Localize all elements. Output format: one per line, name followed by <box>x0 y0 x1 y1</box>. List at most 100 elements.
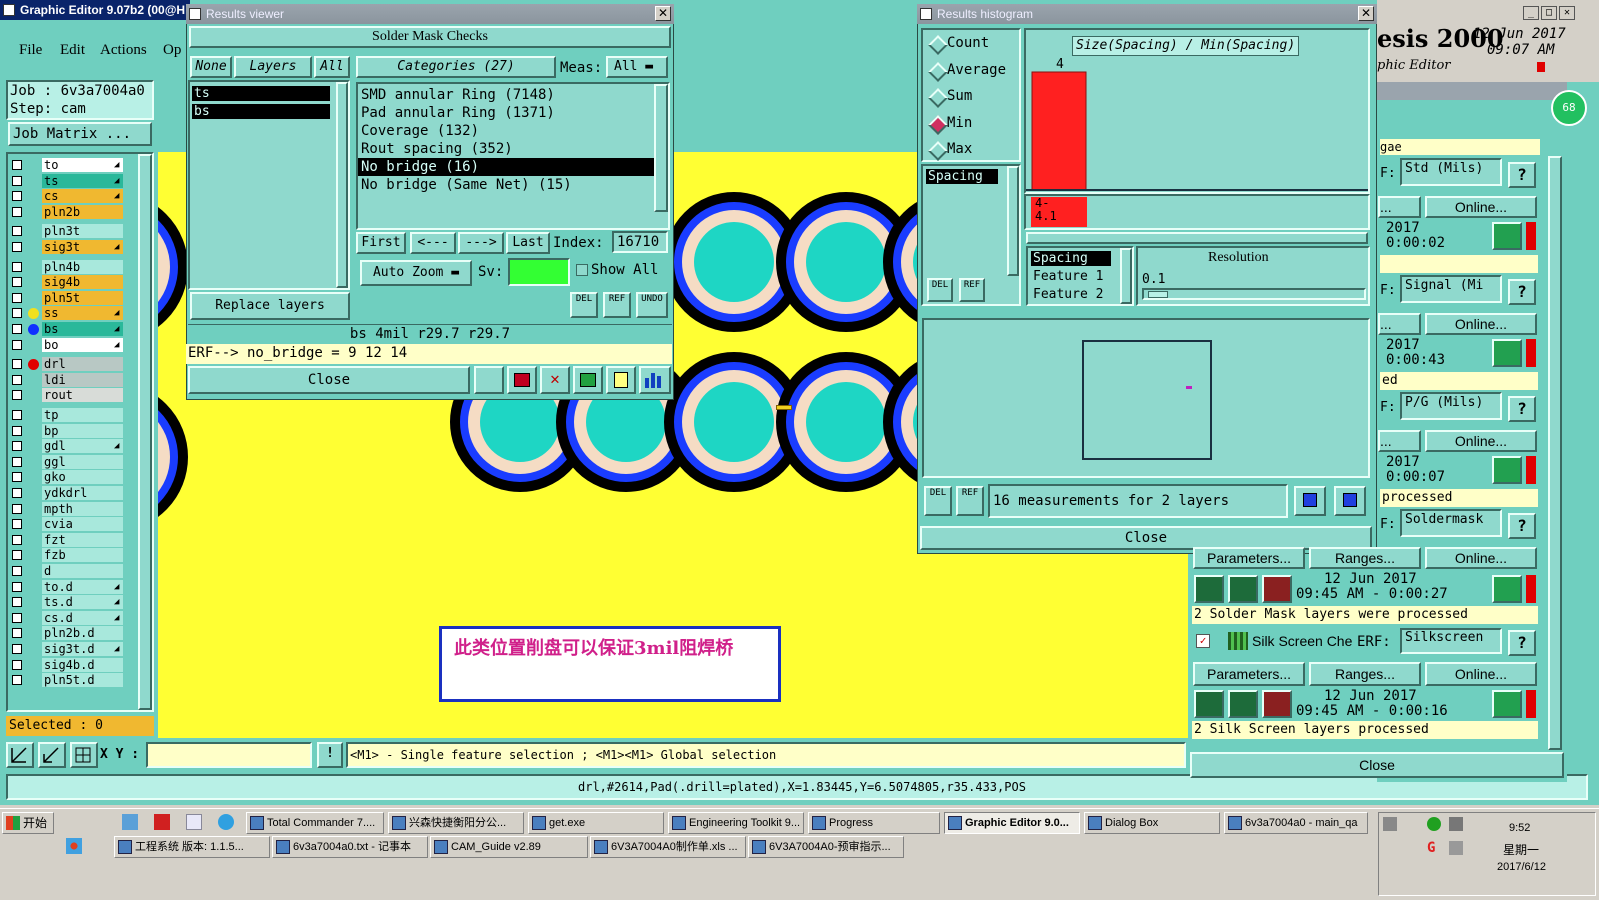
qa-help-button[interactable]: ? <box>1508 279 1536 305</box>
layer-row[interactable]: ydkdrl <box>8 486 153 500</box>
layer-checkbox[interactable] <box>12 277 22 288</box>
histogram-close-icon[interactable]: ✕ <box>1358 6 1374 21</box>
minimize-icon[interactable]: _ <box>1523 6 1539 20</box>
taskbar-button[interactable]: Graphic Editor 9.0... <box>944 812 1080 834</box>
layer-checkbox[interactable] <box>12 472 22 483</box>
layer-checkbox[interactable] <box>12 390 22 401</box>
measure-spacing[interactable]: Spacing <box>926 169 998 184</box>
layer-row[interactable]: ts ◢ <box>8 173 153 188</box>
menu-options[interactable]: Op <box>163 42 181 59</box>
layer-row[interactable]: bo ◢ <box>8 337 153 352</box>
graphic-editor-titlebar[interactable]: Graphic Editor 9.07b2 (00@H <box>0 0 190 20</box>
measure-icon[interactable] <box>38 742 66 768</box>
layer-checkbox[interactable] <box>12 308 22 319</box>
qa-view-icon[interactable] <box>1492 222 1522 250</box>
layer-checkbox[interactable] <box>12 488 22 498</box>
histogram-bar[interactable] <box>1031 71 1087 191</box>
ql-pdf-icon[interactable] <box>154 814 170 830</box>
xy-input[interactable] <box>146 742 312 768</box>
histogram-hscroll[interactable] <box>1026 232 1368 244</box>
results-viewer-close-icon[interactable]: ✕ <box>655 6 671 21</box>
layer-checkbox[interactable] <box>12 339 22 350</box>
layer-row[interactable]: ss ◢ <box>8 306 153 321</box>
legend-scrollbar[interactable] <box>1120 248 1132 304</box>
del-icon[interactable]: DEL <box>570 292 598 318</box>
layer-checkbox[interactable] <box>12 160 22 170</box>
silk-help-button[interactable]: ? <box>1508 630 1536 656</box>
layer-checkbox[interactable] <box>12 191 22 202</box>
qa-online-button[interactable]: Online... <box>1425 313 1537 335</box>
results-viewer-titlebar[interactable]: Results viewer ✕ <box>186 4 674 24</box>
qa-ranges-button[interactable]: ... <box>1378 430 1421 452</box>
ref-icon[interactable]: REF <box>603 292 631 318</box>
qa-ranges-button[interactable]: ... <box>1378 196 1421 218</box>
layer-row[interactable]: ldi <box>8 372 153 387</box>
histogram-titlebar[interactable]: Results histogram ✕ <box>917 4 1377 24</box>
layer-row[interactable]: mpth <box>8 501 153 516</box>
all-button[interactable]: All <box>314 56 350 78</box>
preview-ref-icon[interactable]: REF <box>956 486 984 516</box>
layer-row[interactable]: cs ◢ <box>8 189 153 204</box>
layer-checkbox[interactable] <box>12 612 22 623</box>
layer-result-bs[interactable]: bs <box>192 104 330 119</box>
layer-row[interactable]: pln4b <box>8 259 153 274</box>
layer-icon[interactable] <box>474 366 504 394</box>
silk-run-icon[interactable] <box>1194 690 1224 718</box>
layer-checkbox[interactable] <box>12 175 22 186</box>
layers-button[interactable]: Layers <box>234 56 312 78</box>
preview-del-icon[interactable]: DEL <box>924 486 952 516</box>
taskbar-button[interactable]: 6v3a7004a0 - main_qa <box>1224 812 1368 834</box>
undo-icon[interactable]: UNDO <box>636 292 668 318</box>
qa-view-icon[interactable] <box>1492 339 1522 367</box>
mode-radio-count[interactable] <box>928 35 948 55</box>
mode-radio-max[interactable] <box>928 141 948 161</box>
qa-erf-select[interactable]: Soldermask <box>1400 509 1502 537</box>
ql-apps-icon[interactable] <box>66 838 82 854</box>
layer-checkbox[interactable] <box>12 226 22 237</box>
layer-checkbox[interactable] <box>12 292 22 303</box>
mode-radio-sum[interactable] <box>928 88 948 108</box>
show-all-checkbox[interactable] <box>576 264 588 276</box>
silk-erf-select[interactable]: Silkscreen <box>1400 628 1502 654</box>
qa-online-button[interactable]: Online... <box>1425 196 1537 218</box>
print-icon[interactable] <box>1294 486 1326 516</box>
maximize-icon[interactable]: □ <box>1541 6 1557 20</box>
silk-online-button[interactable]: Online... <box>1425 662 1537 686</box>
record-icon[interactable] <box>507 366 537 394</box>
report-icon[interactable] <box>606 366 636 394</box>
histogram-plot[interactable]: Size(Spacing) / Min(Spacing) 4 <box>1024 28 1370 194</box>
layer-checkbox[interactable] <box>12 659 22 670</box>
qa-scrollbar[interactable] <box>1548 156 1562 750</box>
layer-row[interactable]: gdl ◢ <box>8 439 153 454</box>
erf-off-icon[interactable]: ✕ <box>540 366 570 394</box>
qa-run-icon[interactable] <box>1194 575 1224 603</box>
silk-parameters-button[interactable]: Parameters... <box>1193 662 1305 686</box>
layer-row[interactable]: sig4b <box>8 275 153 290</box>
taskbar-button[interactable]: Dialog Box <box>1084 812 1220 834</box>
layer-result-ts[interactable]: ts <box>192 86 330 101</box>
layer-row[interactable]: bp <box>8 423 153 438</box>
tray-volume-icon[interactable] <box>1449 841 1463 855</box>
layer-checkbox[interactable] <box>12 534 22 545</box>
menu-actions[interactable]: Actions <box>100 42 147 59</box>
qa-erf-select[interactable]: Signal (Mi <box>1400 275 1502 303</box>
silk-view-icon[interactable] <box>1492 690 1522 718</box>
mode-radio-min[interactable] <box>928 114 948 135</box>
taskbar-button[interactable]: get.exe <box>528 812 664 834</box>
taskbar-button[interactable]: 6v3a7004a0.txt - 记事本 <box>272 836 428 858</box>
categories-button[interactable]: Categories (27) <box>356 56 556 78</box>
category-item[interactable]: Rout spacing (352) <box>358 140 654 158</box>
prev-button[interactable]: <--- <box>410 232 456 254</box>
auto-zoom-select[interactable]: Auto Zoom ▬ <box>360 260 472 286</box>
layer-row[interactable]: ts.d ◢ <box>8 595 153 610</box>
first-button[interactable]: First <box>356 232 406 254</box>
category-item[interactable]: Pad annular Ring (1371) <box>358 104 654 122</box>
qa-run3-icon[interactable] <box>1262 575 1292 603</box>
job-matrix-button[interactable]: Job Matrix ... <box>8 122 152 146</box>
qa-view-icon[interactable] <box>1492 456 1522 484</box>
taskbar-button[interactable]: Engineering Toolkit 9... <box>668 812 804 834</box>
alert-icon[interactable]: ! <box>317 742 343 768</box>
results-viewer-close-button[interactable]: Close <box>188 366 470 394</box>
silk-ranges-button[interactable]: Ranges... <box>1309 662 1421 686</box>
next-button[interactable]: ---> <box>458 232 504 254</box>
